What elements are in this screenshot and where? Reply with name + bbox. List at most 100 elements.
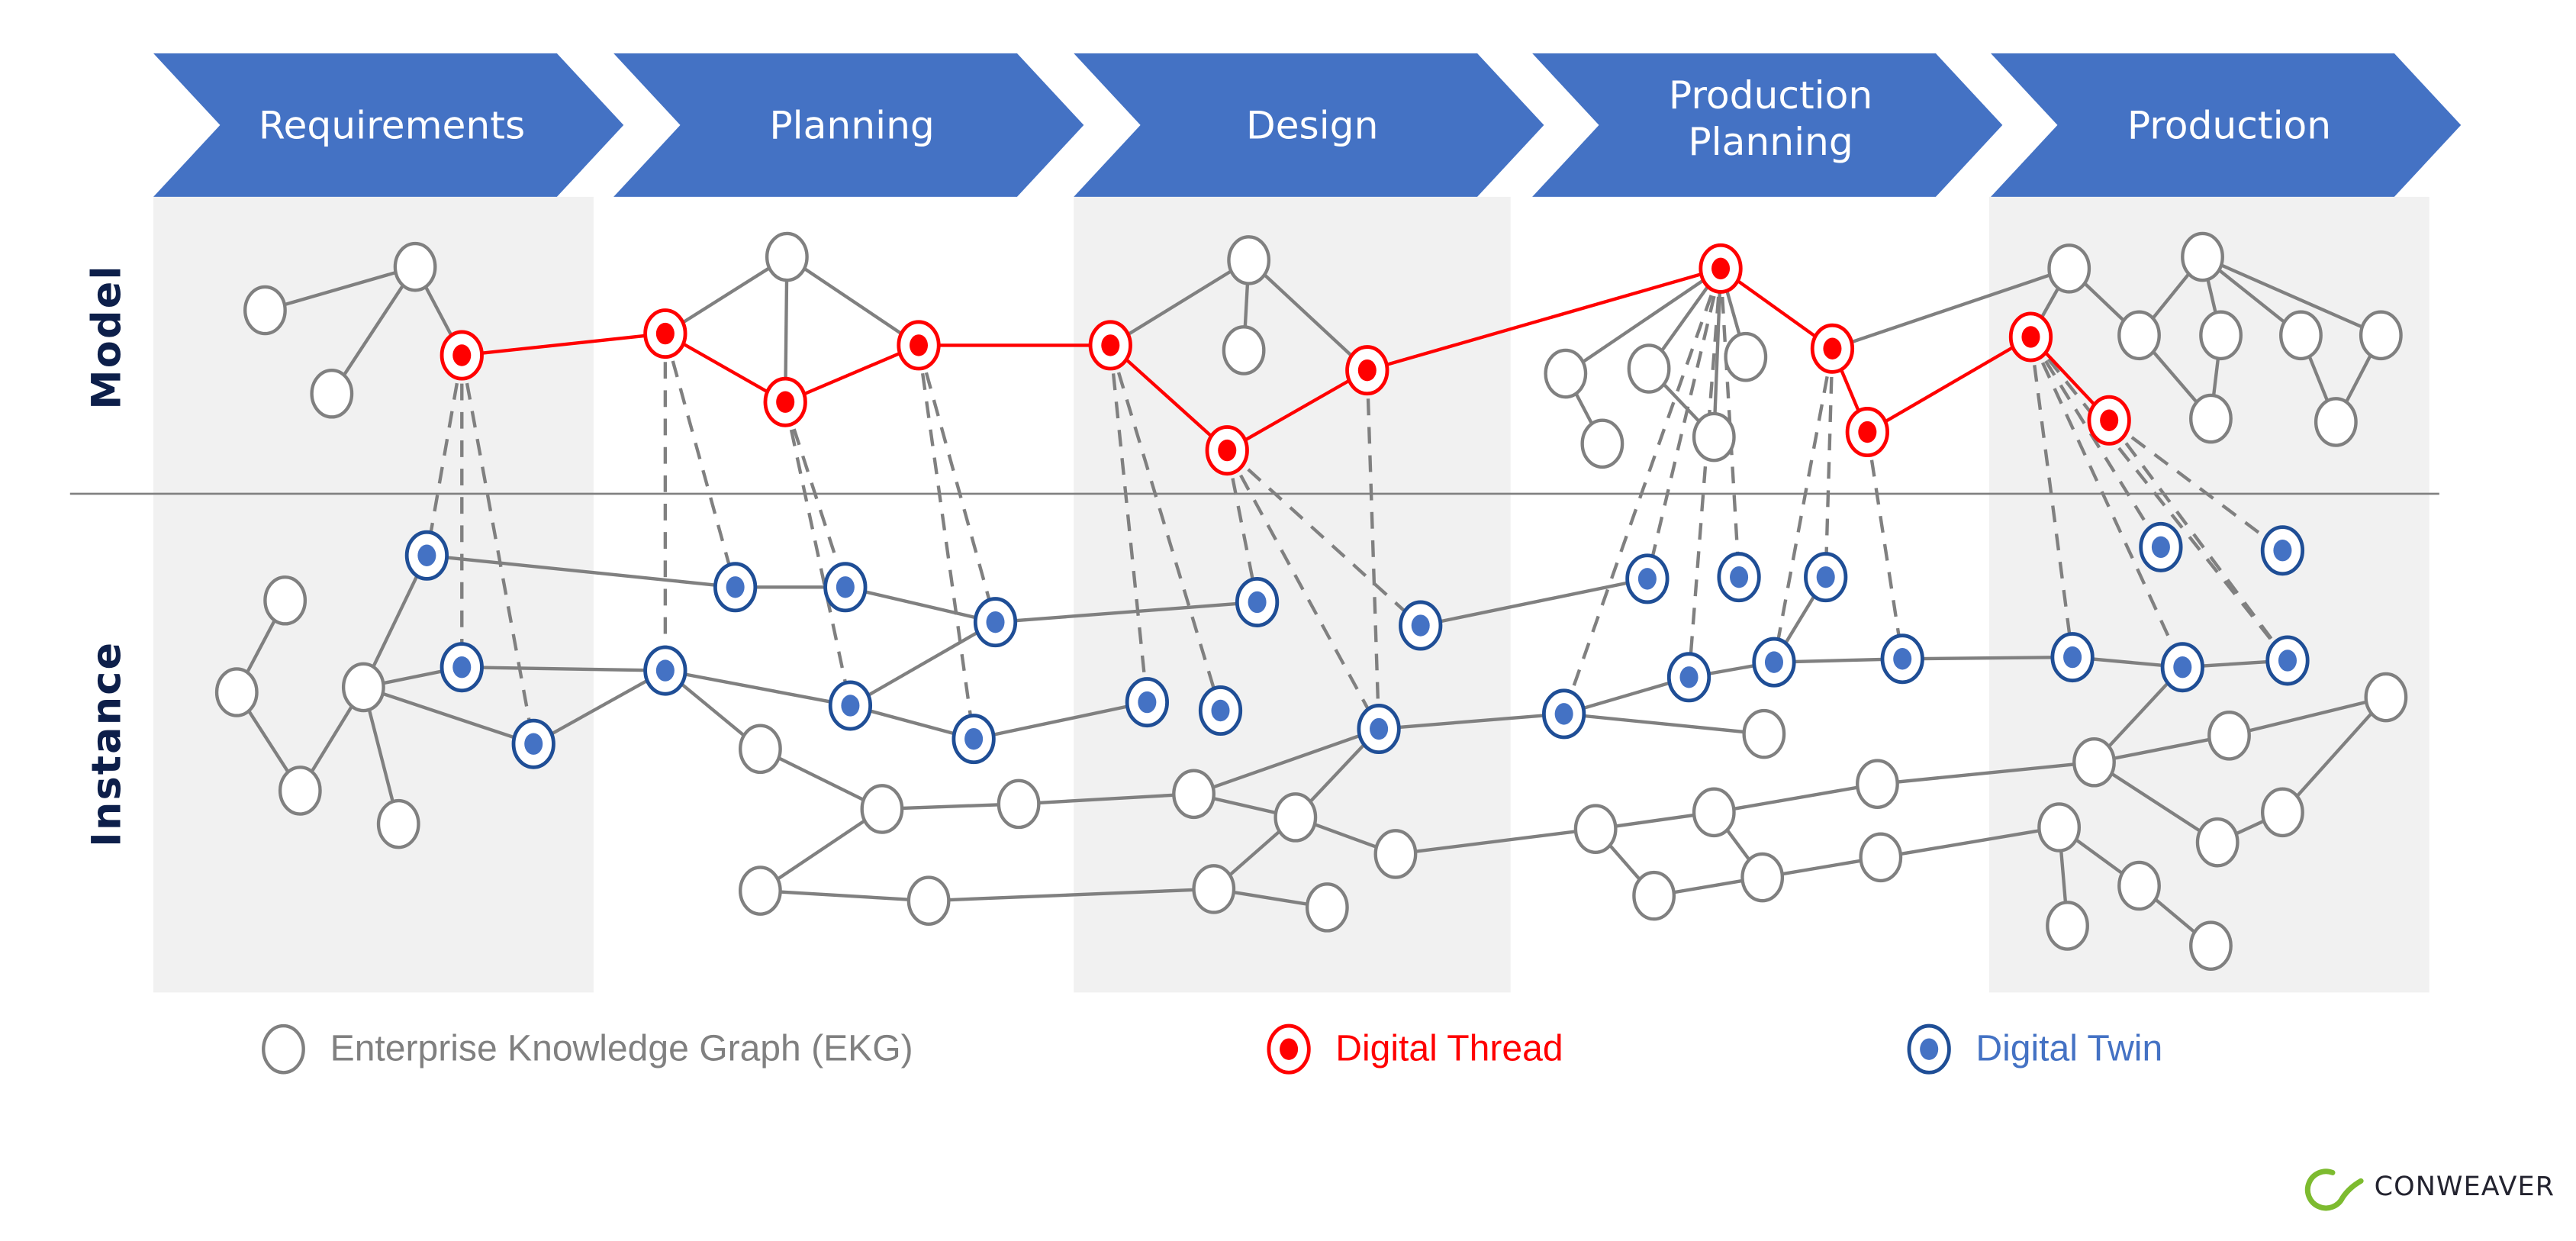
legend-label-ekg: Enterprise Knowledge Graph (EKG) [330,1028,913,1069]
node-ekg-m10 [1580,418,1624,469]
node-twin-d4 [713,562,758,613]
node-ekg-i25 [1859,832,1903,883]
node-ekg-i22 [2261,787,2304,838]
node-ekg-i17 [1692,787,1736,838]
node-ekg-i18 [1856,759,1899,809]
instance-edge [849,620,997,708]
model-instance-link [784,401,852,706]
node-ekg-i7 [739,865,782,916]
node-ekg-i29 [2189,920,2233,971]
node-twin-d21 [2265,635,2310,686]
phase-label-design: Design [1246,102,1378,147]
phase-label-requirements: Requirements [259,102,525,147]
node-thread-t1 [440,330,484,381]
instance-edge [760,888,929,903]
node-ekg-m12 [2047,243,2091,294]
node-ekg-i12 [1373,829,1418,879]
model-edge [1712,268,1723,437]
legend-label-twin: Digital Twin [1975,1028,2162,1069]
node-twin-d23 [1717,552,1761,603]
node-twin-d20 [2160,642,2204,693]
legend-item-twin: Digital Twin [1907,1023,2162,1075]
node-ekg-i13 [1305,882,1349,933]
instance-edge [1563,712,1765,736]
node-ekg-i27 [2117,860,2161,911]
node-ekg-i10 [1172,769,1216,820]
node-twin-d1 [404,530,449,581]
node-twin-d8 [828,680,873,731]
legend-item-ekg: Enterprise Knowledge Graph (EKG) [262,1023,913,1075]
node-ekg-i1 [263,575,308,626]
node-ekg-m6 [1222,325,1266,376]
node-twin-d3 [511,718,555,769]
phase-planning: Planning [613,53,1084,197]
node-ekg-m7 [1544,348,1588,399]
node-ekg-i20 [2207,711,2251,761]
phase-label-production-planning: Planning [1688,119,1853,164]
node-ekg-i23 [1632,870,1676,921]
node-ekg-i30 [2195,817,2240,868]
model-instance-link [916,344,997,623]
node-twin-d18 [1880,633,1924,685]
node-twin-d5 [823,562,868,613]
phase-requirements: Requirements [153,53,624,197]
band-design [1074,196,1511,993]
phase-label-production-planning: Production [1669,73,1872,118]
node-twin-d2 [440,642,484,693]
node-twin-d9 [952,714,996,765]
instance-edge [845,585,997,624]
band-requirements [153,196,594,993]
node-ekg-i2 [214,667,259,717]
phase-production: Production [1991,53,2462,197]
node-twin-d17 [1752,637,1796,688]
node-twin-d6 [973,597,1018,648]
node-ekg-m4 [765,231,809,282]
node-ekg-m9 [1724,331,1768,382]
node-ekg-i4 [341,662,385,713]
model-instance-link [663,333,737,588]
node-ekg-i26 [2037,802,2082,853]
instance-edge [1902,655,2073,661]
node-twin-d15 [1542,688,1586,740]
node-ekg-i24 [1740,852,1785,903]
node-thread-t9 [1810,323,1855,374]
node-thread-t5 [1088,320,1132,371]
node-ekg-m13 [2181,231,2224,282]
node-ekg-i19 [2072,737,2116,788]
node-thread-t6 [1205,425,1249,476]
node-ekg-i21 [2364,672,2408,723]
node-twin-d13 [1399,600,1443,651]
instance-edge [1713,782,1878,814]
legend-item-thread: Digital Thread [1267,1023,1563,1075]
node-ekg-i14b [906,875,951,926]
instance-layer-label: Instance [83,641,130,847]
node-thread-t4 [897,320,941,371]
node-thread-t12 [2087,395,2131,446]
node-ekg-m15 [2199,310,2243,361]
model-instance-link [1866,431,1905,659]
phase-label-planning: Planning [769,102,934,147]
node-thread-t7 [1345,345,1389,396]
node-ekg-m1 [243,285,287,336]
node-ekg-i28 [2046,901,2089,951]
node-ekg-i15 [1742,708,1786,759]
node-twin-d22 [1625,553,1670,604]
conweaver-logo-icon [2304,1168,2364,1211]
digital-thread-diagram: Requirements Planning DesignProductionPlan… [69,53,2554,1211]
model-layer-label: Model [83,264,130,409]
model-edge [786,255,920,347]
phase-label-production: Production [2127,102,2331,147]
node-twin-d12 [1198,685,1243,737]
node-twin-d7 [643,645,687,696]
node-twin-d25 [2139,521,2183,572]
node-ekg-m16 [2279,310,2323,361]
process-header: Requirements Planning DesignProductionPlan… [153,53,2462,197]
phase-production-planning: ProductionPlanning [1532,53,2003,197]
node-thread-t3 [763,376,807,427]
node-ekg-i5 [376,798,420,849]
node-ekg-i8 [860,784,904,834]
node-twin-d16 [1666,652,1711,703]
node-thread-t2 [643,308,687,359]
node-thread-t8 [1699,243,1743,294]
phase-design: Design [1074,53,1544,197]
